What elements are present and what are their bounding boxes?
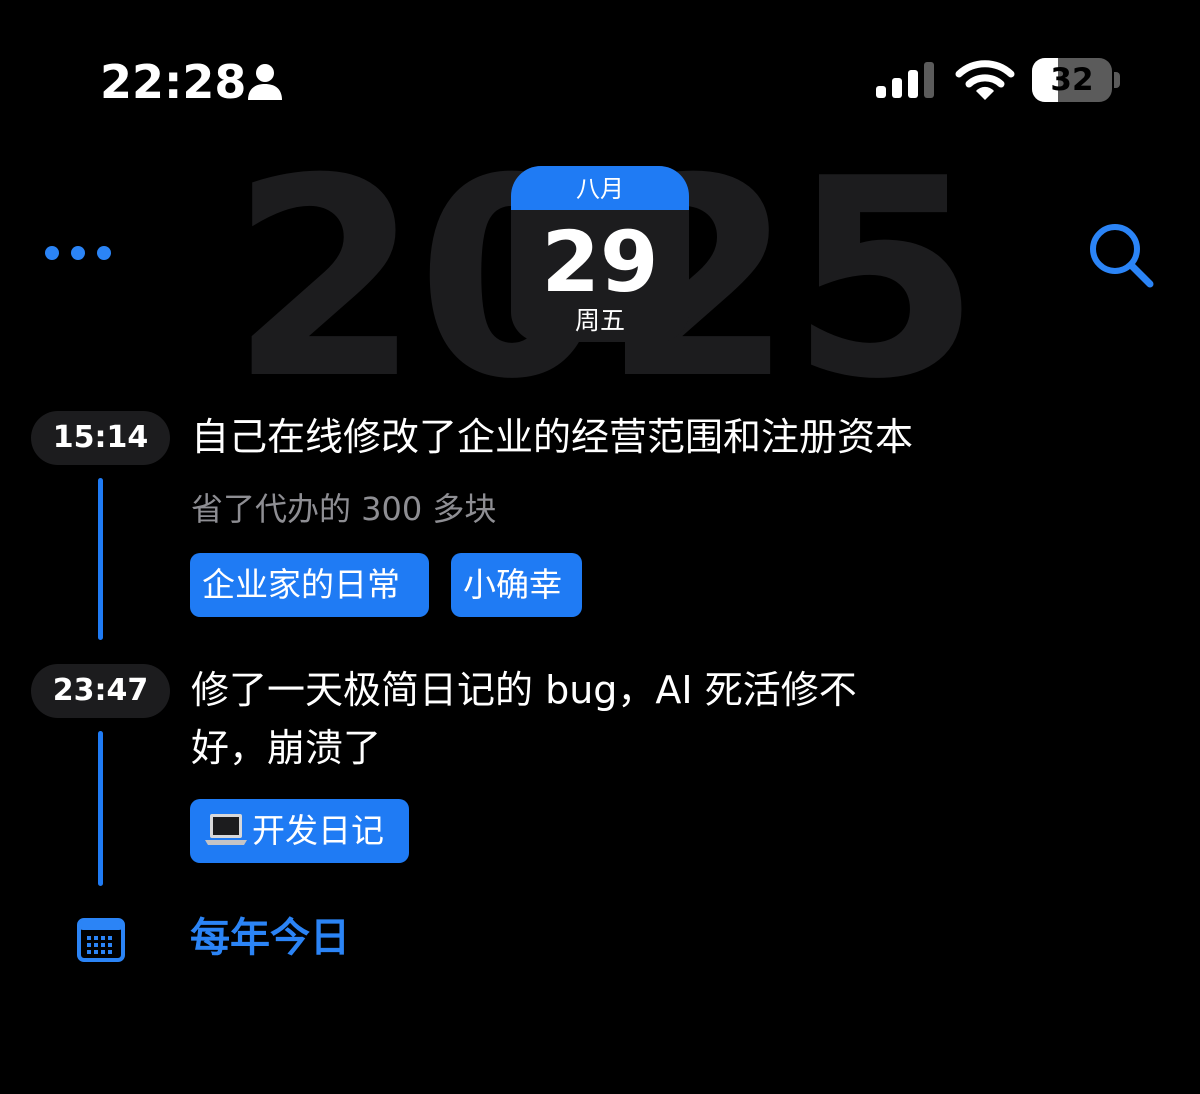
date-weekday: 周五 [574, 306, 625, 335]
battery-icon: 32 [1032, 58, 1112, 102]
date-day: 29 [541, 213, 659, 311]
entry-time: 15:14 [31, 411, 170, 465]
on-this-day-link[interactable]: 每年今日 [190, 910, 350, 966]
tag-dev-diary[interactable]: 开发日记 [190, 799, 409, 863]
status-time: 22:28 [100, 55, 247, 109]
more-button[interactable] [40, 238, 116, 272]
date-month: 八月 [511, 166, 689, 210]
laptop-icon [205, 813, 247, 845]
entry-subtitle: 省了代办的 300 多块 [191, 490, 497, 528]
entry-title[interactable]: 自己在线修改了企业的经营范围和注册资本 [191, 408, 1151, 466]
tag-dev-diary-label: 开发日记 [252, 811, 384, 850]
search-icon[interactable] [1086, 220, 1156, 290]
date-card[interactable]: 八月 29 周五 [511, 166, 689, 342]
timeline-line [98, 478, 103, 640]
battery-level: 32 [1050, 62, 1094, 98]
tag-small-joy[interactable]: 小确幸 [451, 553, 582, 617]
calendar-icon[interactable] [77, 918, 125, 962]
battery-cap [1114, 72, 1120, 88]
entry-title-line2[interactable]: 好，崩溃了 [191, 719, 1151, 777]
more-icon-dot [97, 246, 111, 260]
more-icon-dot [45, 246, 59, 260]
entry-title-line1[interactable]: 修了一天极简日记的 bug，AI 死活修不 [191, 661, 1151, 719]
person-icon [248, 64, 282, 100]
tag-business[interactable]: 企业家的日常 [190, 553, 429, 617]
entry-time: 23:47 [31, 664, 170, 718]
signal-icon [876, 62, 934, 98]
more-icon-dot [71, 246, 85, 260]
timeline-line [98, 731, 103, 886]
wifi-icon [955, 60, 1015, 100]
